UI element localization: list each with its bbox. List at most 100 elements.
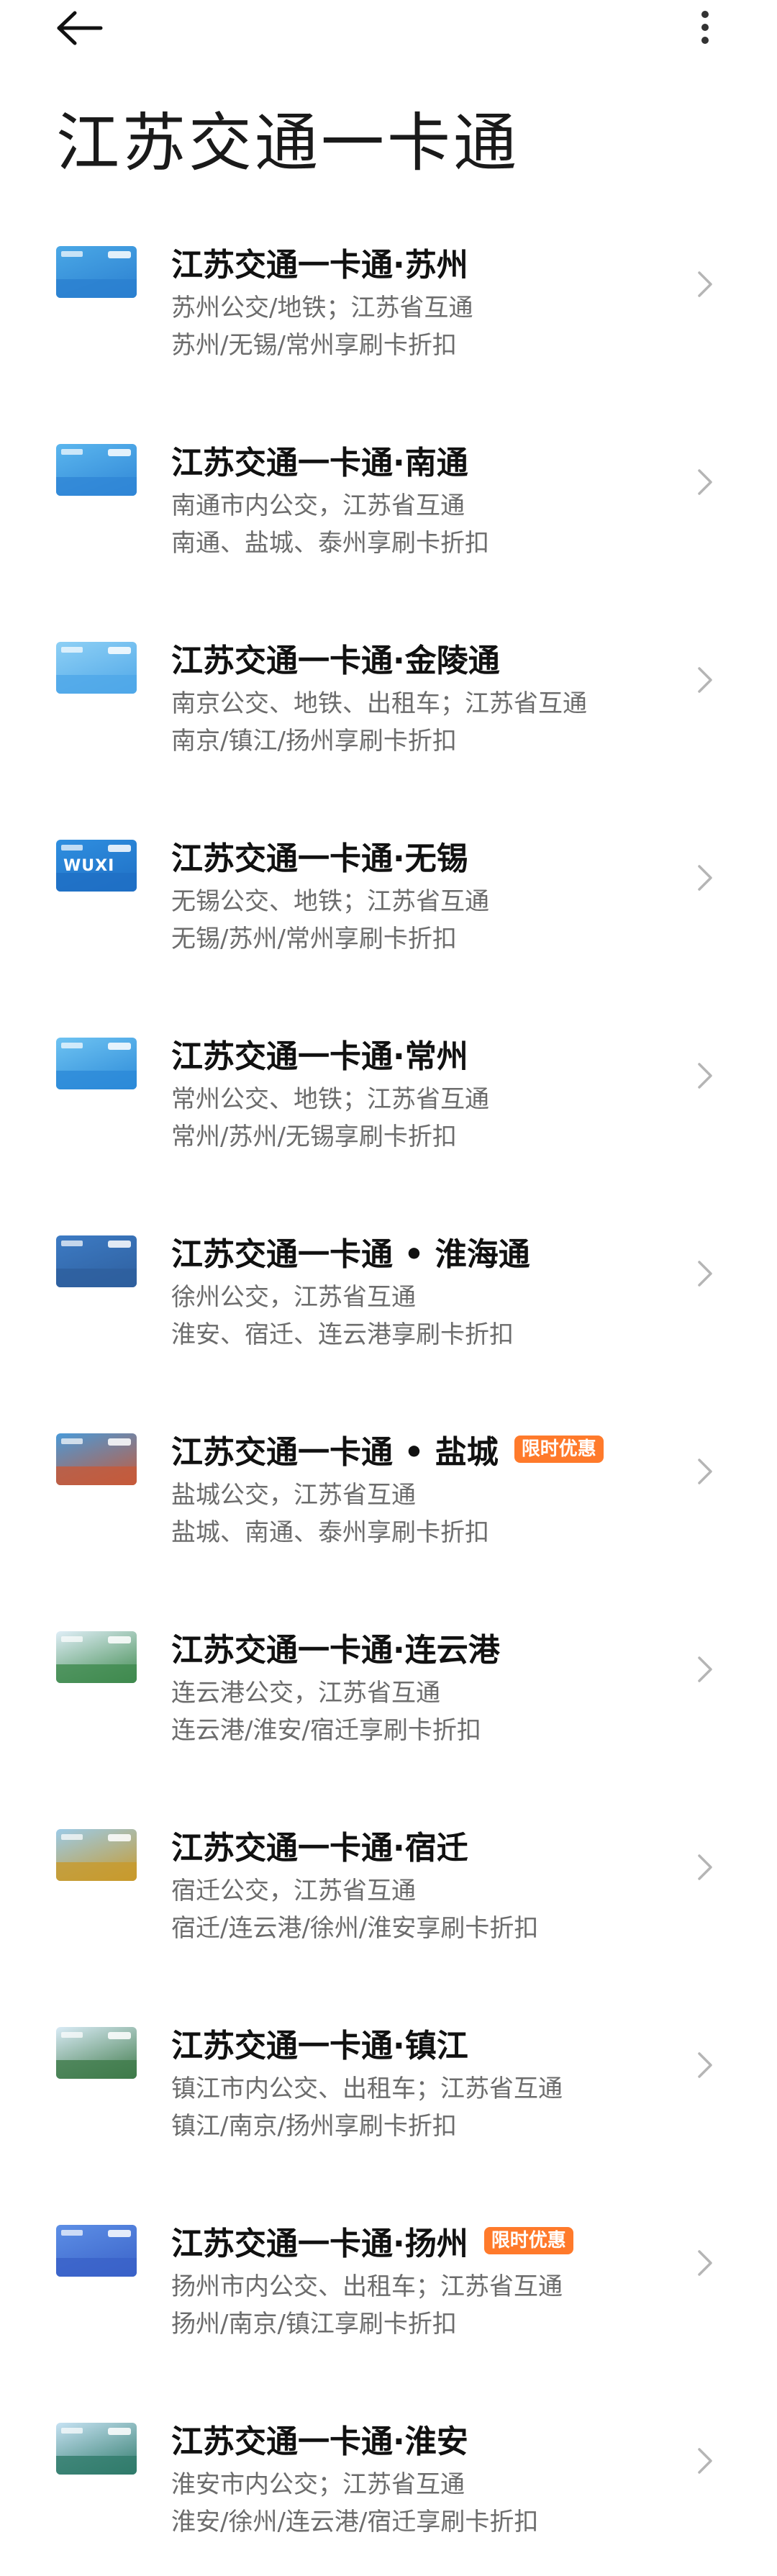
card-discount: 淮安/徐州/连云港/宿迁享刷卡折扣 [171, 2508, 539, 2536]
card-title-row: 江苏交通一卡通 • 盐城 限时优惠 [171, 1426, 604, 1472]
card-item[interactable]: 江苏交通一卡通·南通南通市内公交，江苏省互通 南通、盐城、泰州享刷卡折扣 [0, 399, 777, 597]
card-title: 江苏交通一卡通·淮安 [171, 2423, 468, 2460]
card-coverage: 南通市内公交，江苏省互通 [171, 491, 465, 520]
card-coverage: 苏州公交/地铁；江苏省互通 [171, 294, 473, 322]
card-thumbnail-skyline [56, 1071, 137, 1089]
card-title-row: 江苏交通一卡通·淮安 [171, 2416, 468, 2462]
card-title: 江苏交通一卡通·苏州 [171, 247, 468, 284]
card-item[interactable]: 江苏交通一卡通 • 淮海通徐州公交，江苏省互通淮安、宿迁、连云港享刷卡折扣 [0, 1191, 777, 1389]
back-arrow-icon[interactable] [55, 10, 105, 46]
more-options-icon[interactable] [691, 7, 719, 47]
card-title: 江苏交通一卡通·无锡 [171, 840, 468, 877]
card-coverage: 镇江市内公交、出租车；江苏省互通 [171, 2074, 563, 2103]
card-thumbnail-skyline [56, 2060, 137, 2079]
card-thumbnail-skyline [56, 2258, 137, 2277]
card-coverage: 淮安市内公交；江苏省互通 [171, 2470, 465, 2499]
card-item[interactable]: 江苏交通一卡通·扬州 限时优惠 扬州市内公交、出租车；江苏省互通 扬州/南京/镇江享刷… [0, 2180, 777, 2378]
card-thumbnail [56, 2423, 137, 2475]
chevron-right-icon[interactable] [696, 1061, 714, 1090]
chevron-right-icon[interactable] [696, 468, 714, 496]
card-coverage: 扬州市内公交、出租车；江苏省互通 [171, 2272, 563, 2301]
card-coverage: 连云港公交，江苏省互通 [171, 1679, 440, 1707]
card-discount: 南通、盐城、泰州享刷卡折扣 [171, 529, 489, 558]
chevron-right-icon[interactable] [696, 1853, 714, 1882]
card-thumbnail-logo [61, 1043, 83, 1048]
card-thumbnail-badge [108, 845, 131, 852]
card-thumbnail-badge [108, 449, 131, 456]
card-discount: 宿迁/连云港/徐州/淮安享刷卡折扣 [171, 1914, 539, 1943]
card-title: 江苏交通一卡通·常州 [171, 1038, 468, 1075]
card-discount: 南京/镇江/扬州享刷卡折扣 [171, 727, 457, 756]
chevron-right-icon[interactable] [696, 2051, 714, 2080]
card-thumbnail [56, 1235, 137, 1287]
card-title-row: 江苏交通一卡通·镇江 [171, 2020, 468, 2066]
card-title: 江苏交通一卡通 • 淮海通 [171, 1236, 530, 1273]
card-item[interactable]: 江苏交通一卡通·镇江镇江市内公交、出租车；江苏省互通 镇江/南京/扬州享刷卡折扣 [0, 1982, 777, 2180]
card-item[interactable]: 江苏交通一卡通·常州常州公交、地铁；江苏省互通 常州/苏州/无锡享刷卡折扣 [0, 993, 777, 1191]
card-thumbnail [56, 1433, 137, 1485]
card-item[interactable]: 江苏交通一卡通·淮安淮安市内公交；江苏省互通淮安/徐州/连云港/宿迁享刷卡折扣 [0, 2378, 777, 2576]
card-thumbnail-logo [61, 1636, 83, 1642]
card-title-row: 江苏交通一卡通·南通 [171, 437, 468, 483]
card-title-row: 江苏交通一卡通·宿迁 [171, 1822, 468, 1868]
chevron-right-icon[interactable] [696, 270, 714, 299]
card-item[interactable]: 江苏交通一卡通·连云港连云港公交，江苏省互通连云港/淮安/宿迁享刷卡折扣 [0, 1587, 777, 1784]
card-coverage: 无锡公交、地铁；江苏省互通 [171, 887, 489, 916]
card-thumbnail-badge [108, 251, 131, 258]
card-title-row: 江苏交通一卡通·扬州 限时优惠 [171, 2218, 573, 2264]
card-coverage: 常州公交、地铁；江苏省互通 [171, 1085, 489, 1114]
card-thumbnail-badge [108, 1241, 131, 1248]
card-thumbnail-logo [61, 845, 83, 851]
card-title: 江苏交通一卡通·南通 [171, 445, 468, 481]
card-title-row: 江苏交通一卡通·金陵通 [171, 635, 500, 681]
chevron-right-icon[interactable] [696, 2446, 714, 2475]
chevron-right-icon[interactable] [696, 1259, 714, 1288]
card-thumbnail-badge [108, 2428, 131, 2435]
card-discount: 连云港/淮安/宿迁享刷卡折扣 [171, 1716, 481, 1745]
card-thumbnail-logo [61, 1438, 83, 1444]
card-thumbnail-logo [61, 647, 83, 653]
card-thumbnail-badge [108, 1043, 131, 1050]
card-item[interactable]: 江苏交通一卡通·宿迁 宿迁公交，江苏省互通 宿迁/连云港/徐州/淮安享刷卡折扣 [0, 1784, 777, 1982]
chevron-right-icon[interactable] [696, 2249, 714, 2277]
card-thumbnail-badge [108, 1834, 131, 1841]
card-thumbnail [56, 642, 137, 694]
card-item[interactable]: 江苏交通一卡通·金陵通 南京公交、地铁、出租车；江苏省互通 南京/镇江/扬州享刷卡折… [0, 597, 777, 795]
card-title-row: 江苏交通一卡通·无锡 [171, 833, 468, 879]
card-item[interactable]: WUXI 江苏交通一卡通·无锡无锡公交、地铁；江苏省互通 无锡/苏州/常州享刷卡折扣 [0, 795, 777, 993]
card-thumbnail [56, 2225, 137, 2277]
card-discount: 镇江/南京/扬州享刷卡折扣 [171, 2112, 457, 2141]
card-item[interactable]: 江苏交通一卡通 • 盐城 限时优惠 盐城公交，江苏省互通 盐城、南通、泰州享刷卡折扣 [0, 1389, 777, 1587]
card-thumbnail-badge [108, 2032, 131, 2039]
card-title: 江苏交通一卡通·金陵通 [171, 643, 500, 679]
card-thumbnail [56, 444, 137, 496]
card-title: 江苏交通一卡通·连云港 [171, 1632, 500, 1669]
card-thumbnail-skyline [56, 2456, 137, 2475]
card-thumbnail-logo [61, 2230, 83, 2236]
chevron-right-icon[interactable] [696, 863, 714, 892]
card-thumbnail [56, 246, 137, 298]
card-item[interactable]: 江苏交通一卡通·苏州 苏州公交/地铁；江苏省互通 苏州/无锡/常州享刷卡折扣 [0, 201, 777, 399]
card-discount: 淮安、宿迁、连云港享刷卡折扣 [171, 1320, 514, 1349]
chevron-right-icon[interactable] [696, 666, 714, 694]
card-title-row: 江苏交通一卡通·连云港 [171, 1624, 500, 1670]
card-thumbnail-logo [61, 1834, 83, 1840]
card-coverage: 徐州公交，江苏省互通 [171, 1283, 416, 1312]
card-thumbnail-badge [108, 2230, 131, 2237]
card-thumbnail-skyline [56, 279, 137, 298]
card-thumbnail: WUXI [56, 840, 137, 892]
chevron-right-icon[interactable] [696, 1655, 714, 1684]
card-thumbnail-badge [108, 1438, 131, 1446]
card-title: 江苏交通一卡通·扬州 [171, 2226, 468, 2262]
card-thumbnail-logo [61, 2032, 83, 2038]
card-discount: 无锡/苏州/常州享刷卡折扣 [171, 925, 457, 953]
card-thumbnail-skyline [56, 675, 137, 694]
chevron-right-icon[interactable] [696, 1457, 714, 1486]
card-discount: 盐城、南通、泰州享刷卡折扣 [171, 1518, 489, 1547]
page-title: 江苏交通一卡通 [56, 106, 520, 180]
card-discount: 常州/苏州/无锡享刷卡折扣 [171, 1123, 457, 1151]
promo-badge: 限时优惠 [514, 1436, 604, 1463]
card-title-row: 江苏交通一卡通·苏州 [171, 239, 468, 285]
card-thumbnail-logo [61, 2428, 83, 2434]
card-thumbnail-logo [61, 251, 83, 257]
